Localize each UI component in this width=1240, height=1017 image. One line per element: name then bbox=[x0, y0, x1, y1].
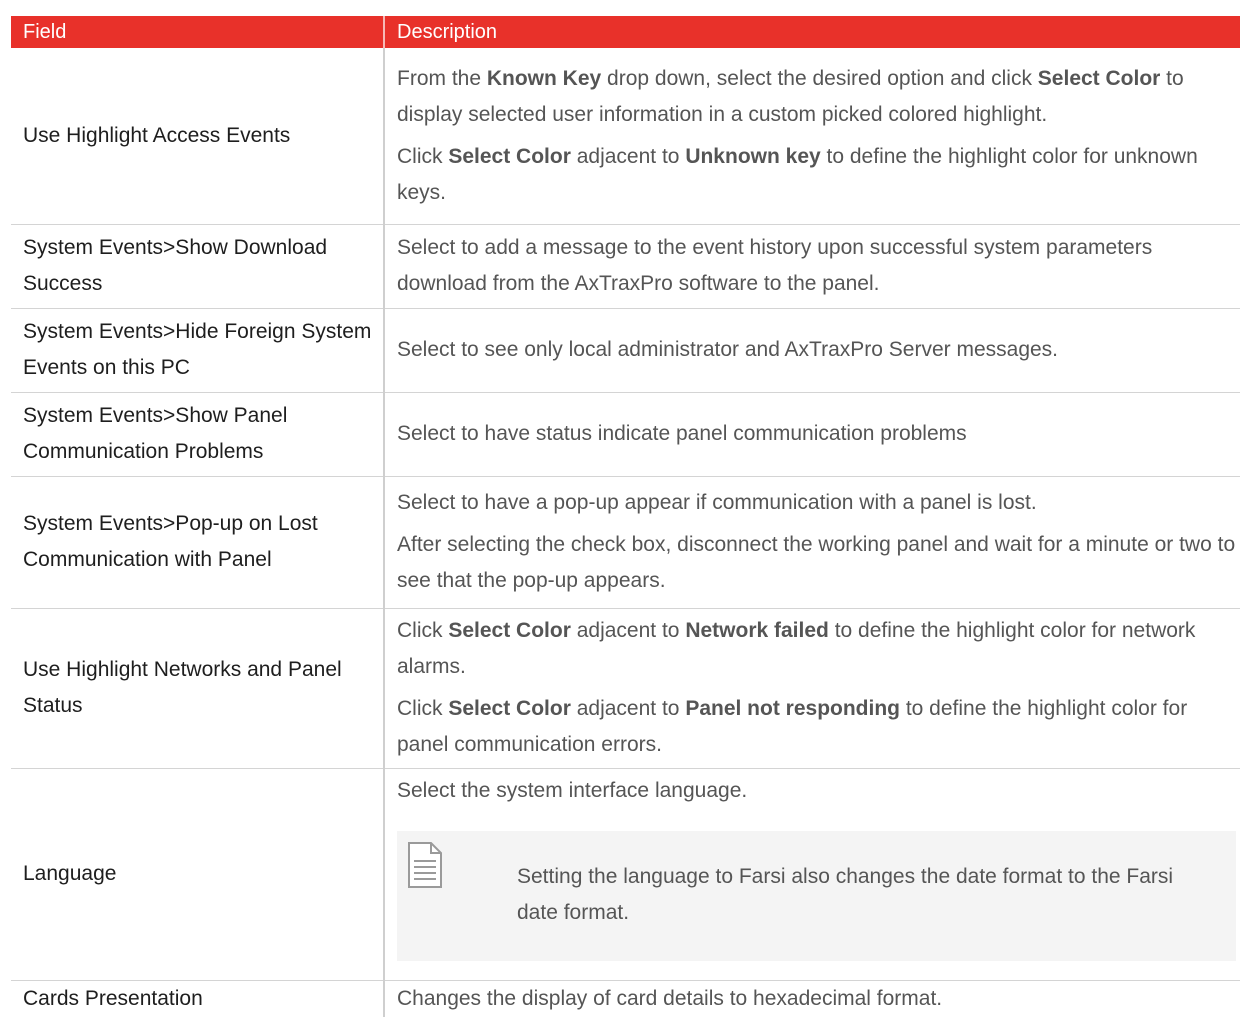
field-column-header: Field bbox=[11, 16, 385, 48]
field-cell: Use Highlight Networks and Panel Status bbox=[11, 608, 385, 769]
description-cell: Select to add a message to the event his… bbox=[384, 224, 1240, 309]
bold-term: Select Color bbox=[448, 144, 571, 168]
table-row: System Events>Show Panel Communication P… bbox=[11, 392, 1240, 477]
note-box: Setting the language to Farsi also chang… bbox=[397, 830, 1236, 961]
bold-term: Select Color bbox=[1037, 66, 1161, 90]
description-cell: From the Known Key drop down, select the… bbox=[384, 48, 1240, 225]
table-header-row: Field Description bbox=[11, 16, 1240, 48]
field-cell: System Events>Show Download Success bbox=[11, 224, 385, 309]
description-paragraph: Click Select Color adjacent to Unknown k… bbox=[397, 144, 1198, 204]
description-cell: Select to have status indicate panel com… bbox=[384, 392, 1240, 477]
description-column-header: Description bbox=[384, 16, 1240, 48]
description-cell: Changes the display of card details to h… bbox=[397, 986, 943, 1010]
description-cell: Select the system interface language. Se… bbox=[384, 768, 1240, 981]
field-cell: System Events>Show Panel Communication P… bbox=[11, 392, 385, 477]
description-cell: Click Select Color adjacent to Network f… bbox=[384, 608, 1240, 769]
field-cell: System Events>Hide Foreign System Events… bbox=[11, 308, 385, 393]
table-row: Use Highlight Access Events From the Kno… bbox=[11, 48, 1240, 225]
description-paragraph: From the Known Key drop down, select the… bbox=[397, 66, 1184, 126]
table-row: System Events>Show Download Success Sele… bbox=[11, 224, 1240, 309]
field-cell: Cards Presentation bbox=[11, 980, 385, 1017]
bold-term: Known Key bbox=[486, 66, 602, 90]
description-paragraph: Click Select Color adjacent to Panel not… bbox=[397, 697, 1188, 756]
bold-term: Panel not responding bbox=[685, 697, 900, 720]
note-text: Setting the language to Farsi also chang… bbox=[517, 864, 1174, 924]
table-row: Use Highlight Networks and Panel Status … bbox=[11, 608, 1240, 769]
description-cell: Select to see only local administrator a… bbox=[384, 308, 1240, 393]
options-table: Field Description Use Highlight Access E… bbox=[11, 16, 1240, 1017]
description-paragraph: Select to have a pop-up appear if commun… bbox=[397, 491, 1037, 514]
field-cell: Use Highlight Access Events bbox=[11, 48, 385, 225]
table-row: System Events>Hide Foreign System Events… bbox=[11, 308, 1240, 393]
bold-term: Network failed bbox=[685, 619, 829, 642]
table-row: Language Select the system interface lan… bbox=[11, 768, 1240, 981]
description-paragraph: Select the system interface language. bbox=[397, 778, 748, 802]
description-paragraph: Click Select Color adjacent to Network f… bbox=[397, 619, 1196, 678]
field-cell: System Events>Pop-up on Lost Communicati… bbox=[11, 476, 385, 609]
table-row: System Events>Pop-up on Lost Communicati… bbox=[11, 476, 1240, 609]
document-note-icon bbox=[405, 841, 445, 889]
bold-term: Select Color bbox=[448, 697, 571, 720]
field-cell: Language bbox=[11, 768, 385, 981]
description-paragraph: After selecting the check box, disconnec… bbox=[397, 533, 1236, 592]
bold-term: Select Color bbox=[448, 619, 571, 642]
bold-term: Unknown key bbox=[685, 144, 821, 168]
description-cell: Select to have a pop-up appear if commun… bbox=[384, 476, 1240, 609]
table-row: Cards Presentation Changes the display o… bbox=[11, 980, 1240, 1017]
